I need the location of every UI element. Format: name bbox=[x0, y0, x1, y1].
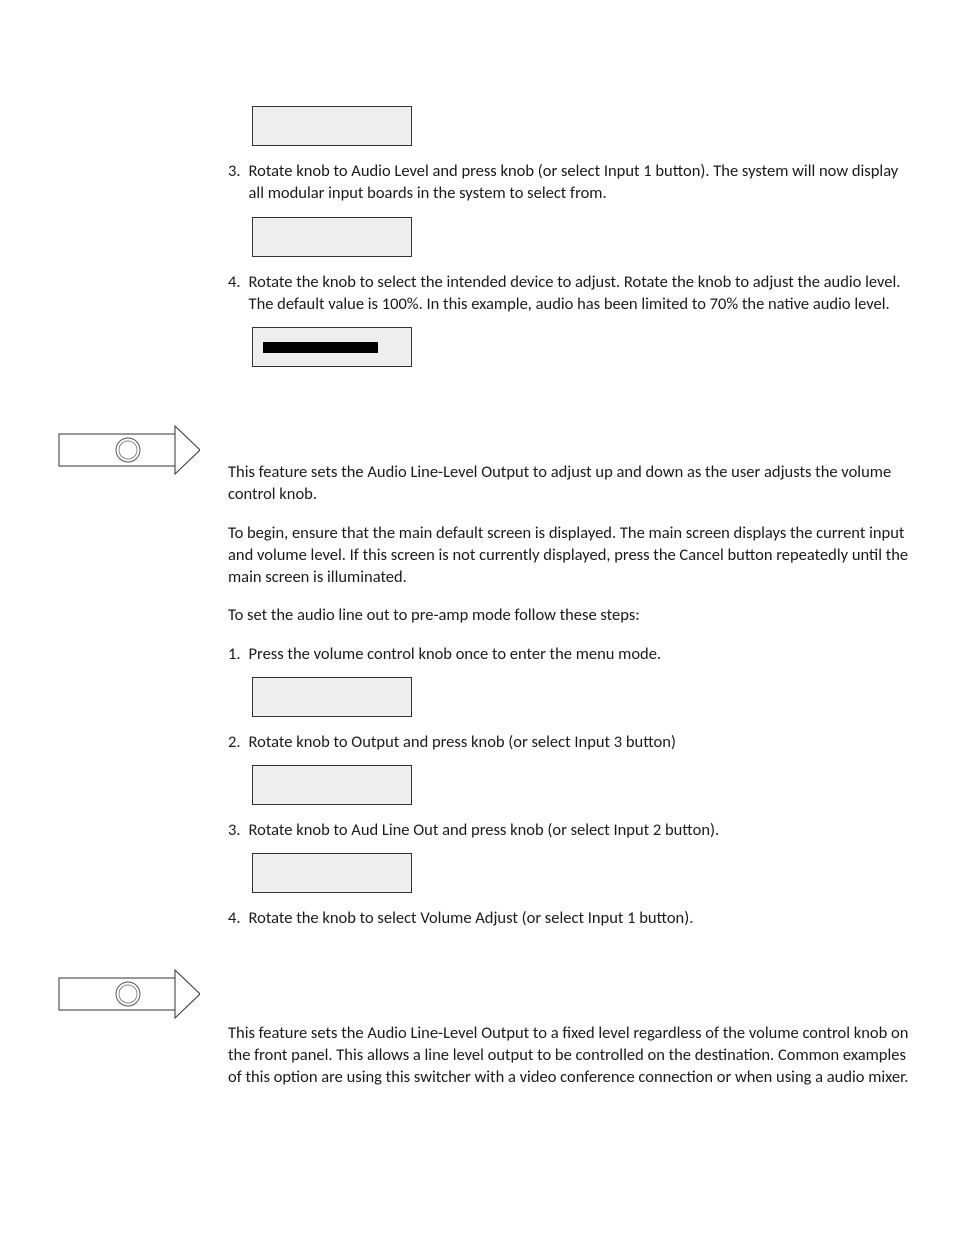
step-text: Rotate knob to Aud Line Out and press kn… bbox=[249, 819, 914, 841]
step-item: 4. Rotate the knob to select the intende… bbox=[228, 271, 914, 316]
display-box bbox=[252, 853, 412, 893]
knob-arrow-icon bbox=[58, 966, 200, 1022]
step-number: 3. bbox=[228, 160, 241, 205]
step-number: 1. bbox=[228, 643, 241, 665]
display-box bbox=[252, 217, 412, 257]
step-number: 3. bbox=[228, 819, 241, 841]
step-item: 4. Rotate the knob to select Volume Adju… bbox=[228, 907, 914, 929]
step-item: 3. Rotate knob to Audio Level and press … bbox=[228, 160, 914, 205]
step-text: Press the volume control knob once to en… bbox=[249, 643, 914, 665]
paragraph: To begin, ensure that the main default s… bbox=[228, 522, 914, 589]
step-text: Rotate the knob to select the intended d… bbox=[249, 271, 914, 316]
display-box-level-bar bbox=[252, 327, 412, 367]
paragraph: To set the audio line out to pre-amp mod… bbox=[228, 604, 914, 626]
step-text: Rotate knob to Output and press knob (or… bbox=[249, 731, 914, 753]
step-text: Rotate knob to Audio Level and press kno… bbox=[249, 160, 914, 205]
step-text: Rotate the knob to select Volume Adjust … bbox=[249, 907, 914, 929]
step-item: 1. Press the volume control knob once to… bbox=[228, 643, 914, 665]
step-number: 4. bbox=[228, 271, 241, 316]
display-box bbox=[252, 677, 412, 717]
step-item: 2. Rotate knob to Output and press knob … bbox=[228, 731, 914, 753]
step-item: 3. Rotate knob to Aud Line Out and press… bbox=[228, 819, 914, 841]
paragraph: This feature sets the Audio Line-Level O… bbox=[228, 461, 914, 506]
step-number: 4. bbox=[228, 907, 241, 929]
paragraph: This feature sets the Audio Line-Level O… bbox=[228, 1022, 914, 1089]
step-number: 2. bbox=[228, 731, 241, 753]
display-box bbox=[252, 765, 412, 805]
display-box bbox=[252, 106, 412, 146]
knob-arrow-icon bbox=[58, 422, 200, 478]
